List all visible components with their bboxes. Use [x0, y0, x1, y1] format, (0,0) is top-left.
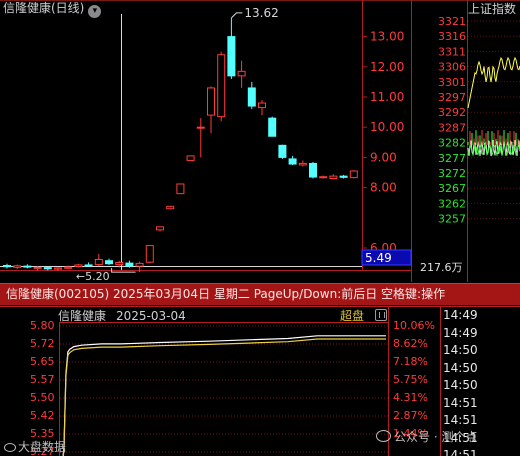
candle-down: [309, 162, 317, 178]
candle-up: [135, 262, 144, 267]
volume-label: 217.6万: [420, 261, 463, 274]
candle-down: [125, 262, 134, 267]
candle-up: [33, 266, 42, 269]
trade-time-item: 14:49: [443, 308, 478, 322]
candle-up: [176, 183, 185, 195]
index-title: 上证指数: [468, 2, 517, 16]
high-marker-arrow: [231, 12, 243, 19]
index-tick-label: 3267: [438, 182, 466, 195]
intraday-percent-tick: 7.18%: [393, 355, 428, 368]
intraday-price-line: [62, 335, 386, 456]
candle-up: [186, 155, 195, 161]
index-tick-label: 3282: [438, 137, 466, 150]
daily-chart-title-text: 信隆健康(日线): [3, 1, 85, 15]
high-marker-label: 13.62: [244, 6, 278, 20]
trade-time-item: 14:50: [443, 343, 478, 357]
trade-time-item: 14:51: [443, 413, 478, 427]
intraday-price-tick: 5.80: [30, 319, 55, 332]
y-tick-label: 10.00: [370, 120, 404, 134]
trade-time-item: 14:51: [443, 448, 478, 456]
y-tick-label: 13.00: [370, 30, 404, 44]
y-tick-label: 9.00: [370, 150, 397, 164]
candle-down: [268, 117, 277, 137]
candle-up: [298, 162, 307, 166]
intraday-stock-name: 信隆健康: [58, 309, 107, 323]
y-tick-label: 8.00: [370, 181, 397, 195]
index-tick-label: 3301: [438, 76, 466, 89]
candle-up: [145, 245, 154, 263]
watermark-right-text: 公众号 · 测个点: [394, 430, 478, 444]
index-tick-label: 3297: [438, 91, 466, 104]
candle-down: [23, 265, 32, 268]
candle-up: [94, 258, 103, 266]
trade-time-item: 14:51: [443, 395, 478, 410]
candle-down: [3, 265, 11, 268]
index-tick-label: 3306: [438, 61, 466, 74]
watermark-left: 大盘数据: [4, 438, 66, 455]
index-tick-label: 3292: [438, 106, 466, 119]
watermark-right: 公众号 · 测个点: [376, 428, 477, 445]
candle-up: [349, 170, 358, 179]
intraday-price-tick: 5.72: [30, 337, 55, 350]
trade-time-item: 14:49: [443, 325, 478, 340]
chevron-down-icon[interactable]: ▾: [88, 5, 102, 18]
candle-up: [115, 261, 124, 266]
trade-time-item: 14:50: [443, 360, 478, 375]
candle-down: [105, 260, 113, 265]
index-tick-label: 3287: [438, 121, 466, 134]
candle-up: [217, 54, 226, 118]
intraday-percent-tick: 4.31%: [393, 391, 428, 404]
y-tick-label: 12.00: [370, 60, 404, 74]
candle-down: [43, 267, 52, 270]
intraday-price-tick: 5.65: [30, 355, 55, 368]
index-tick-label: 3311: [438, 45, 466, 58]
candle-up: [166, 205, 175, 210]
index-tick-label: 3257: [438, 213, 466, 226]
index-tick-label: 3262: [438, 197, 466, 210]
daily-chart-title: 信隆健康(日线) ▾: [3, 0, 102, 18]
candle-up: [74, 264, 83, 267]
intraday-avg-line: [62, 338, 386, 456]
trade-time-item: 14:50: [443, 378, 478, 392]
eye-icon: [4, 443, 16, 452]
candle-up: [258, 102, 266, 109]
intraday-price-tick: 5.50: [30, 391, 55, 404]
candle-up: [207, 87, 215, 116]
index-line: [467, 56, 520, 109]
intraday-percent-tick: 8.62%: [393, 337, 428, 350]
candle-up: [237, 70, 246, 77]
candle-down: [278, 144, 287, 158]
wechat-icon: [376, 430, 391, 442]
intraday-date: 2025-03-04: [116, 309, 186, 323]
candle-up: [54, 267, 62, 270]
candle-down: [247, 87, 256, 107]
y-tick-label: 11.00: [370, 90, 404, 104]
daily-kline-chart[interactable]: 13.0012.0011.0010.009.008.006.005.49←5.2…: [0, 0, 520, 282]
super-label[interactable]: 超盘: [340, 309, 364, 323]
candle-up: [156, 226, 164, 231]
candle-up: [13, 265, 22, 268]
index-tick-label: 3316: [438, 30, 466, 43]
intraday-percent-tick: 5.75%: [393, 373, 428, 386]
index-tick-label: 3321: [438, 15, 466, 28]
candle-up: [319, 176, 328, 179]
candle-up: [329, 175, 338, 180]
candle-up: [196, 126, 205, 129]
low-marker-label: ←5.20: [76, 270, 110, 282]
intraday-price-tick: 5.42: [30, 409, 55, 422]
candle-down: [288, 158, 297, 165]
current-price-label: 5.49: [365, 251, 392, 265]
intraday-percent-tick: 2.87%: [393, 409, 428, 422]
intraday-percent-tick: 10.06%: [393, 319, 435, 332]
index-tick-label: 3272: [438, 167, 466, 180]
watermark-left-text: 大盘数据: [18, 440, 67, 454]
candle-down: [339, 175, 348, 178]
candle-down: [227, 36, 236, 77]
panel-toggle-icon[interactable]: [375, 309, 387, 321]
candle-up: [64, 266, 73, 269]
candle-down: [84, 264, 93, 267]
stock-info-banner[interactable]: 信隆健康(002105) 2025年03月04日 星期二 PageUp/Down…: [0, 283, 520, 305]
index-tick-label: 3277: [438, 152, 466, 165]
intraday-price-tick: 5.57: [30, 373, 55, 386]
